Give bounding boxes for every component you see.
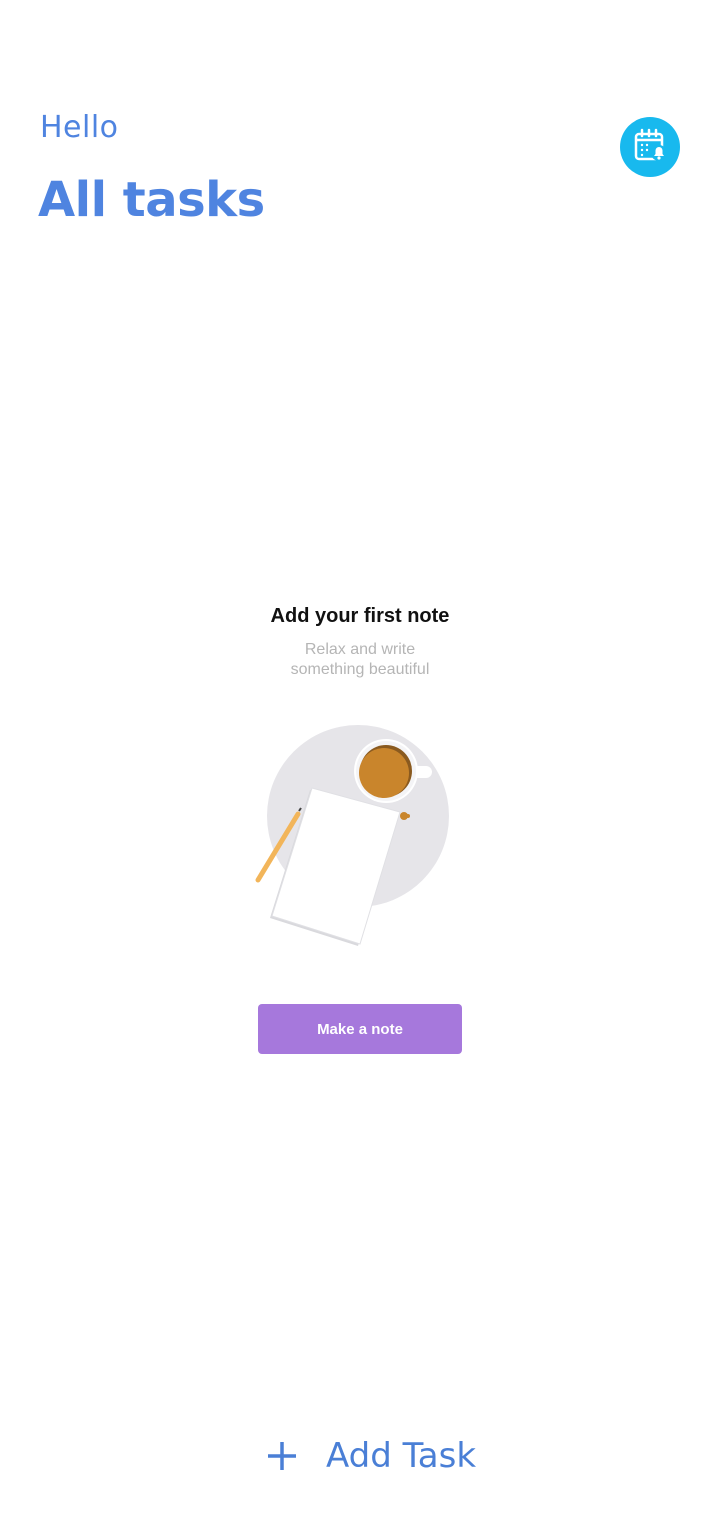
empty-state-subtitle-line2: something beautiful [290, 661, 430, 678]
empty-state: Add your first note Relax and write some… [0, 600, 720, 680]
tasks-screen: Hello All tasks Add your first note Rela… [0, 0, 720, 1520]
empty-state-subtitle-line1: Relax and write [304, 641, 416, 658]
empty-state-subtitle: Relax and write something beautiful [0, 640, 720, 680]
make-note-button[interactable]: Make a note [258, 1004, 462, 1054]
add-task-label: Add Task [326, 1436, 477, 1476]
empty-state-title: Add your first note [270, 605, 450, 627]
greeting-text: Hello [40, 110, 119, 145]
calendar-reminder-button[interactable] [620, 117, 680, 177]
add-task-button[interactable]: Add Task [262, 1428, 476, 1484]
note-coffee-illustration [250, 718, 470, 962]
calendar-reminder-icon [630, 125, 670, 169]
plus-icon [262, 1436, 302, 1476]
page-title: All tasks [38, 172, 265, 228]
